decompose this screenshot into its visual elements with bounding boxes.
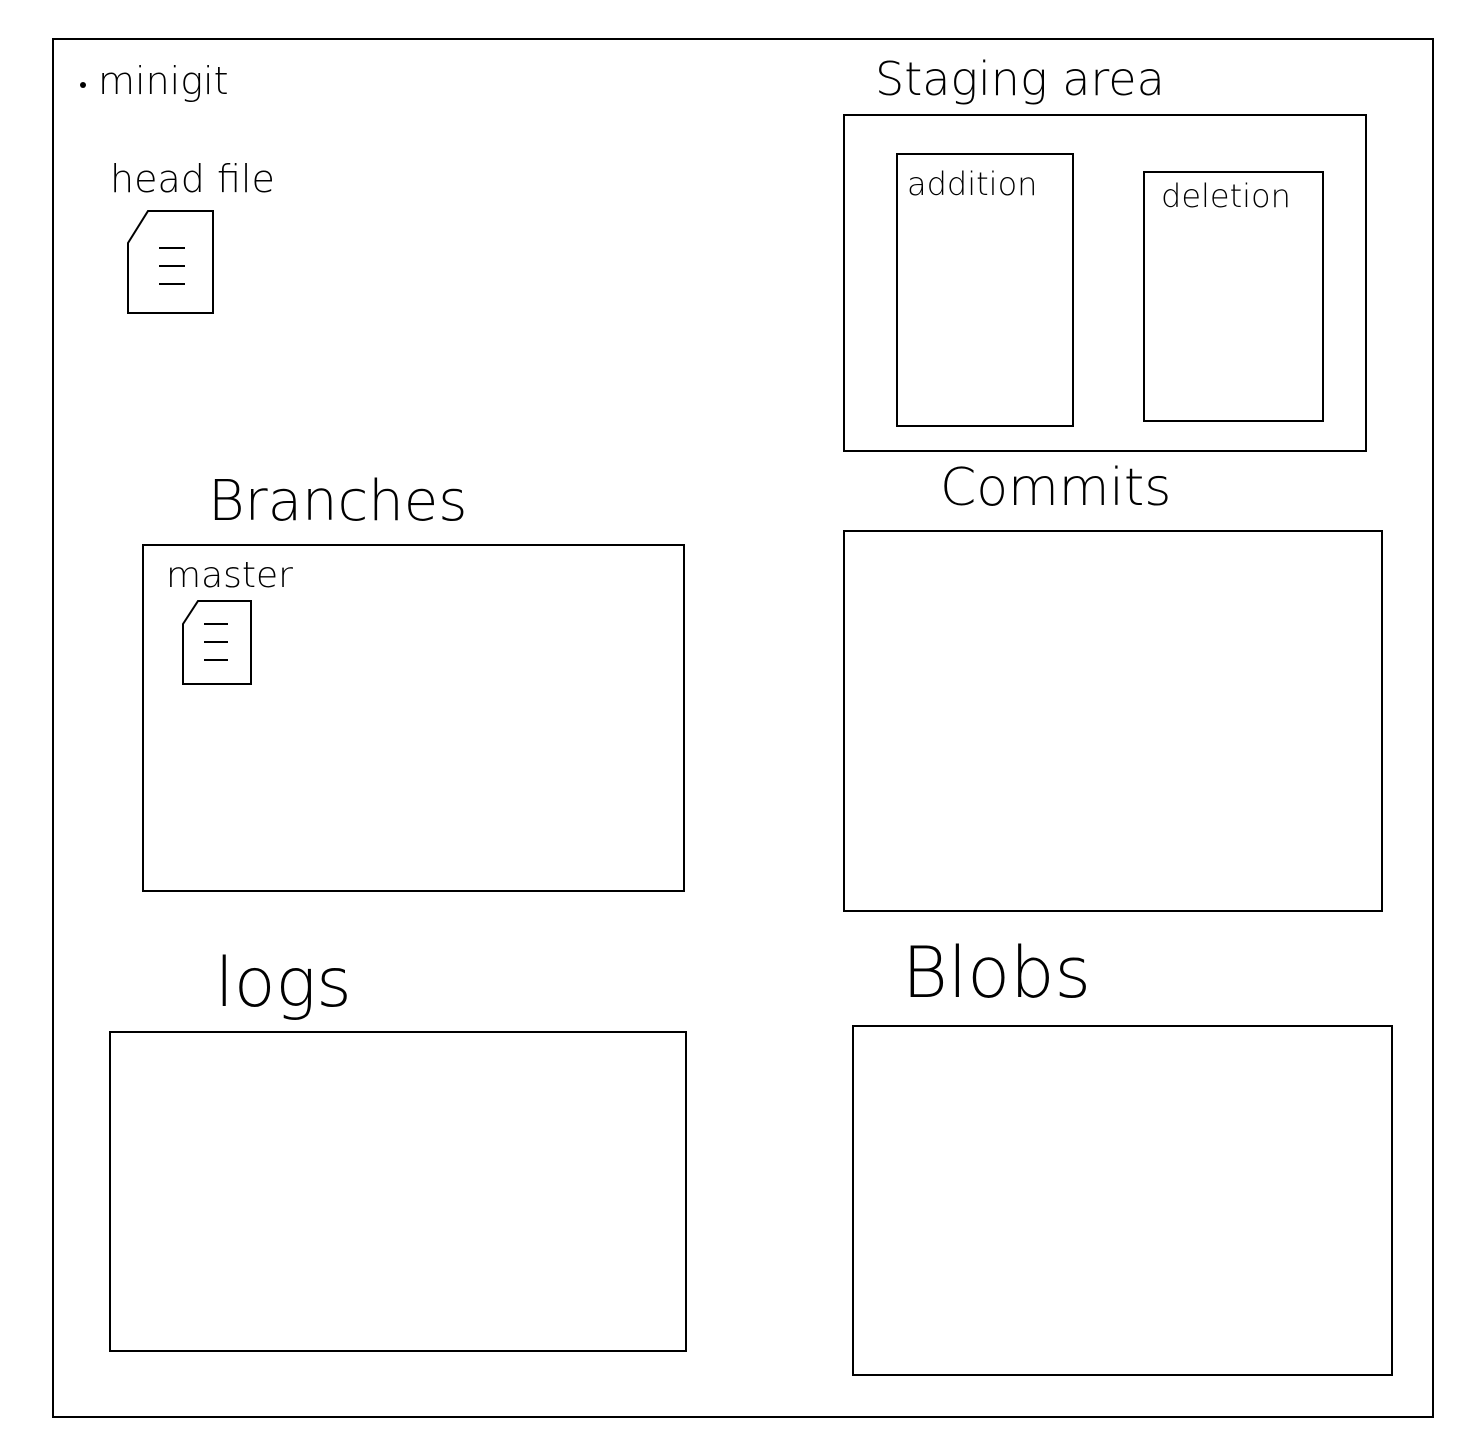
document-icon[interactable] [127,210,214,314]
addition-label: addition [907,165,1038,203]
blobs-box [852,1025,1393,1376]
logs-title: logs [215,944,352,1023]
minigit-label: minigit [98,59,229,103]
branches-title: Branches [208,469,468,534]
commits-box [843,530,1383,912]
deletion-label: deletion [1161,177,1291,215]
bullet-dot [80,82,86,88]
blobs-title: Blobs [902,932,1092,1014]
staging-area-title: Staging area [875,52,1165,106]
commits-title: Commits [940,458,1172,518]
branches-box [142,544,685,892]
document-icon[interactable] [182,600,252,685]
logs-box [109,1031,687,1352]
head-file-label: head file [110,157,275,201]
master-branch-label: master [166,555,293,596]
